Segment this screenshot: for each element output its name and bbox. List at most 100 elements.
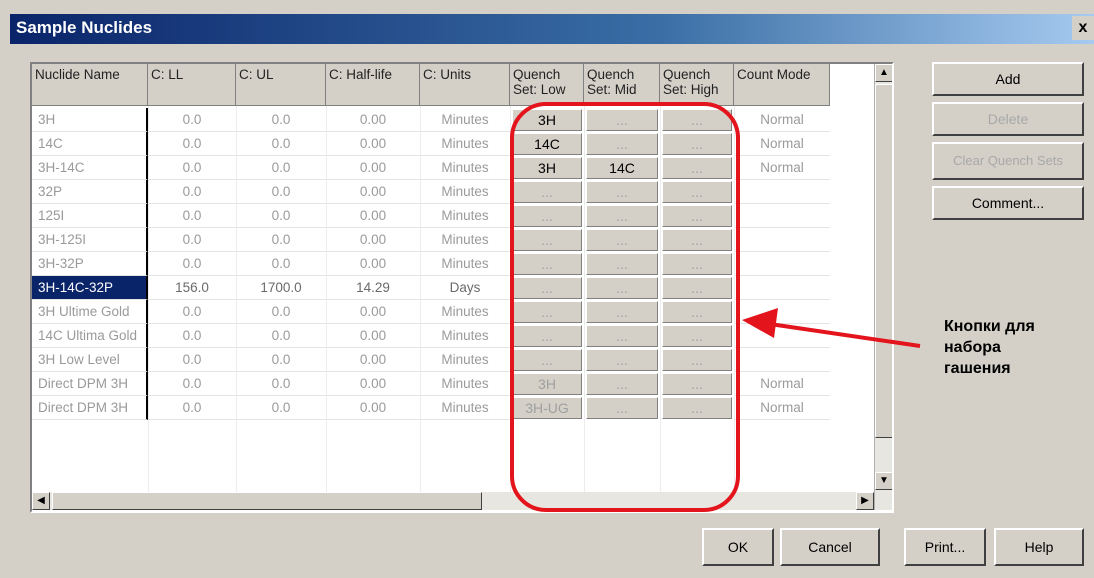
quench-set-mid-button[interactable]: ...	[586, 373, 658, 395]
table-cell-ul[interactable]: 0.0	[236, 396, 326, 420]
clear-quench-sets-button[interactable]: Clear Quench Sets	[932, 142, 1084, 180]
table-cell-units[interactable]: Minutes	[420, 108, 510, 132]
quench-set-low-button[interactable]: 3H	[512, 109, 582, 131]
table-cell-ul[interactable]: 0.0	[236, 204, 326, 228]
nuclide-name-cell[interactable]: 3H-32P	[32, 252, 148, 276]
table-cell-ll[interactable]: 0.0	[148, 324, 236, 348]
comment-button[interactable]: Comment...	[932, 186, 1084, 220]
nuclide-name-cell[interactable]: 14C Ultima Gold	[32, 324, 148, 348]
quench-set-high-button[interactable]: ...	[662, 157, 732, 179]
count-mode-cell[interactable]: Normal	[734, 396, 830, 420]
table-cell-units[interactable]: Minutes	[420, 372, 510, 396]
count-mode-cell[interactable]	[734, 276, 830, 300]
table-cell-ul[interactable]: 0.0	[236, 228, 326, 252]
quench-set-low-button[interactable]: 14C	[512, 133, 582, 155]
quench-set-mid-button[interactable]: ...	[586, 397, 658, 419]
table-cell-ul[interactable]: 0.0	[236, 156, 326, 180]
count-mode-cell[interactable]	[734, 348, 830, 372]
table-cell-half[interactable]: 0.00	[326, 252, 420, 276]
count-mode-cell[interactable]: Normal	[734, 372, 830, 396]
quench-set-high-button[interactable]: ...	[662, 133, 732, 155]
quench-set-high-button[interactable]: ...	[662, 205, 732, 227]
ok-button[interactable]: OK	[702, 528, 774, 566]
vertical-scrollbar[interactable]: ▲ ▼	[874, 64, 892, 510]
quench-set-mid-button[interactable]: ...	[586, 133, 658, 155]
nuclide-name-cell[interactable]: Direct DPM 3H	[32, 372, 148, 396]
table-cell-ul[interactable]: 0.0	[236, 324, 326, 348]
table-cell-units[interactable]: Minutes	[420, 324, 510, 348]
table-cell-ll[interactable]: 0.0	[148, 372, 236, 396]
table-cell-ll[interactable]: 0.0	[148, 180, 236, 204]
table-cell-half[interactable]: 0.00	[326, 108, 420, 132]
table-cell-ll[interactable]: 0.0	[148, 132, 236, 156]
table-cell-half[interactable]: 0.00	[326, 156, 420, 180]
quench-set-mid-button[interactable]: 14C	[586, 157, 658, 179]
table-cell-ul[interactable]: 0.0	[236, 108, 326, 132]
column-header-half-life[interactable]: C: Half-life	[326, 64, 420, 106]
quench-set-low-button[interactable]: 3H	[512, 157, 582, 179]
quench-set-mid-button[interactable]: ...	[586, 181, 658, 203]
nuclide-name-cell[interactable]: 3H-125I	[32, 228, 148, 252]
table-cell-ll[interactable]: 0.0	[148, 228, 236, 252]
table-cell-half[interactable]: 0.00	[326, 348, 420, 372]
quench-set-high-button[interactable]: ...	[662, 229, 732, 251]
nuclide-name-cell[interactable]: 32P	[32, 180, 148, 204]
table-cell-half[interactable]: 0.00	[326, 228, 420, 252]
count-mode-cell[interactable]: Normal	[734, 108, 830, 132]
table-cell-ul[interactable]: 0.0	[236, 132, 326, 156]
quench-set-low-button[interactable]: ...	[512, 349, 582, 371]
count-mode-cell[interactable]	[734, 228, 830, 252]
quench-set-low-button[interactable]: ...	[512, 277, 582, 299]
quench-set-mid-button[interactable]: ...	[586, 301, 658, 323]
table-cell-ll[interactable]: 0.0	[148, 156, 236, 180]
add-button[interactable]: Add	[932, 62, 1084, 96]
count-mode-cell[interactable]: Normal	[734, 132, 830, 156]
table-cell-half[interactable]: 0.00	[326, 180, 420, 204]
nuclide-name-cell[interactable]: 14C	[32, 132, 148, 156]
quench-set-high-button[interactable]: ...	[662, 253, 732, 275]
table-cell-units[interactable]: Minutes	[420, 228, 510, 252]
table-cell-ul[interactable]: 1700.0	[236, 276, 326, 300]
column-header-quench-mid[interactable]: Quench Set: Mid	[584, 64, 660, 106]
quench-set-mid-button[interactable]: ...	[586, 325, 658, 347]
nuclide-name-cell[interactable]: 3H Low Level	[32, 348, 148, 372]
nuclide-name-cell[interactable]: 125I	[32, 204, 148, 228]
table-cell-ll[interactable]: 0.0	[148, 348, 236, 372]
quench-set-low-button[interactable]: ...	[512, 301, 582, 323]
column-header-nuclide-name[interactable]: Nuclide Name	[32, 64, 148, 106]
table-cell-ul[interactable]: 0.0	[236, 180, 326, 204]
column-header-count-mode[interactable]: Count Mode	[734, 64, 830, 106]
table-cell-ll[interactable]: 0.0	[148, 252, 236, 276]
delete-button[interactable]: Delete	[932, 102, 1084, 136]
nuclide-name-cell[interactable]: 3H	[32, 108, 148, 132]
horizontal-scrollbar[interactable]: ◀ ▶	[32, 492, 874, 510]
nuclide-name-cell[interactable]: 3H-14C	[32, 156, 148, 180]
table-cell-half[interactable]: 14.29	[326, 276, 420, 300]
table-cell-units[interactable]: Days	[420, 276, 510, 300]
quench-set-high-button[interactable]: ...	[662, 397, 732, 419]
scroll-left-icon[interactable]: ◀	[32, 492, 50, 510]
table-cell-ul[interactable]: 0.0	[236, 300, 326, 324]
count-mode-cell[interactable]	[734, 180, 830, 204]
quench-set-high-button[interactable]: ...	[662, 277, 732, 299]
cancel-button[interactable]: Cancel	[780, 528, 880, 566]
quench-set-high-button[interactable]: ...	[662, 349, 732, 371]
table-cell-ll[interactable]: 156.0	[148, 276, 236, 300]
quench-set-high-button[interactable]: ...	[662, 325, 732, 347]
quench-set-high-button[interactable]: ...	[662, 181, 732, 203]
table-cell-half[interactable]: 0.00	[326, 204, 420, 228]
table-cell-units[interactable]: Minutes	[420, 180, 510, 204]
column-header-quench-high[interactable]: Quench Set: High	[660, 64, 734, 106]
table-cell-ll[interactable]: 0.0	[148, 204, 236, 228]
table-cell-half[interactable]: 0.00	[326, 396, 420, 420]
table-cell-ll[interactable]: 0.0	[148, 396, 236, 420]
quench-set-high-button[interactable]: ...	[662, 301, 732, 323]
column-header-ll[interactable]: C: LL	[148, 64, 236, 106]
nuclide-name-cell[interactable]: 3H Ultime Gold	[32, 300, 148, 324]
quench-set-mid-button[interactable]: ...	[586, 229, 658, 251]
table-cell-half[interactable]: 0.00	[326, 372, 420, 396]
horizontal-scroll-thumb[interactable]	[52, 492, 482, 510]
table-cell-half[interactable]: 0.00	[326, 300, 420, 324]
quench-set-mid-button[interactable]: ...	[586, 205, 658, 227]
table-cell-units[interactable]: Minutes	[420, 396, 510, 420]
